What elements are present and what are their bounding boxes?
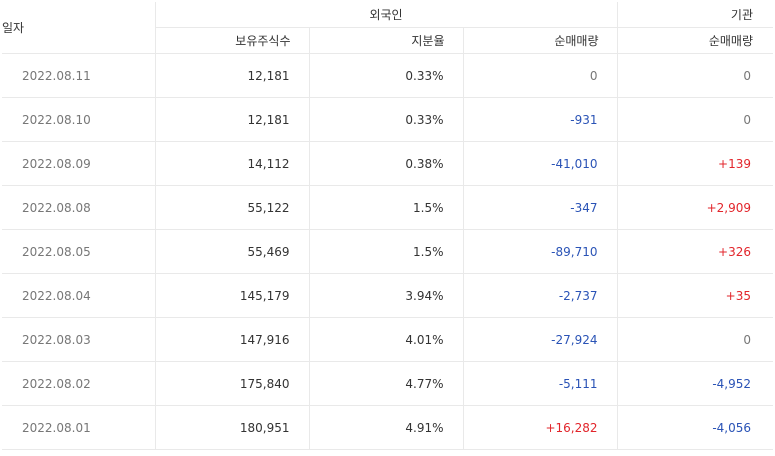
cell-foreign-net: -5,111 <box>462 361 617 406</box>
cell-ownership: 4.01% <box>308 317 463 362</box>
cell-holdings: 55,469 <box>154 229 309 274</box>
cell-holdings: 145,179 <box>154 273 309 318</box>
cell-ownership: 3.94% <box>308 273 463 318</box>
cell-date: 2022.08.02 <box>2 361 155 406</box>
cell-foreign-net: -27,924 <box>462 317 617 362</box>
cell-foreign-net: 0 <box>462 53 617 98</box>
table-header: 일자 외국인 기관 보유주식수 지분율 순매매량 순매매량 <box>2 2 773 54</box>
table-row: 2022.08.04 145,179 3.94% -2,737 +35 <box>2 273 773 318</box>
cell-foreign-net: +16,282 <box>462 405 617 450</box>
table-row: 2022.08.09 14,112 0.38% -41,010 +139 <box>2 141 773 186</box>
cell-date: 2022.08.01 <box>2 405 155 450</box>
header-date: 일자 <box>2 2 155 54</box>
cell-institution-net: +326 <box>616 229 773 274</box>
cell-foreign-net: -41,010 <box>462 141 617 186</box>
table-row: 2022.08.11 12,181 0.33% 0 0 <box>2 53 773 98</box>
cell-ownership: 0.33% <box>308 97 463 142</box>
cell-ownership: 1.5% <box>308 185 463 230</box>
cell-holdings: 180,951 <box>154 405 309 450</box>
table-body: 2022.08.11 12,181 0.33% 0 0 2022.08.10 12,181 0… <box>2 53 773 450</box>
cell-date: 2022.08.10 <box>2 97 155 142</box>
cell-date: 2022.08.11 <box>2 53 155 98</box>
cell-holdings: 14,112 <box>154 141 309 186</box>
cell-institution-net: 0 <box>616 97 773 142</box>
cell-holdings: 175,840 <box>154 361 309 406</box>
cell-date: 2022.08.08 <box>2 185 155 230</box>
cell-institution-net: +139 <box>616 141 773 186</box>
cell-institution-net: -4,056 <box>616 405 773 450</box>
investor-trading-table: 일자 외국인 기관 보유주식수 지분율 순매매량 순매매량 2022.08.11… <box>2 2 773 450</box>
header-foreign-net: 순매매량 <box>462 27 617 54</box>
cell-foreign-net: -2,737 <box>462 273 617 318</box>
cell-ownership: 1.5% <box>308 229 463 274</box>
cell-holdings: 12,181 <box>154 97 309 142</box>
cell-holdings: 55,122 <box>154 185 309 230</box>
cell-foreign-net: -931 <box>462 97 617 142</box>
cell-date: 2022.08.09 <box>2 141 155 186</box>
table-row: 2022.08.10 12,181 0.33% -931 0 <box>2 97 773 142</box>
table-row: 2022.08.02 175,840 4.77% -5,111 -4,952 <box>2 361 773 406</box>
cell-institution-net: 0 <box>616 53 773 98</box>
table-row: 2022.08.05 55,469 1.5% -89,710 +326 <box>2 229 773 274</box>
cell-foreign-net: -347 <box>462 185 617 230</box>
cell-institution-net: +2,909 <box>616 185 773 230</box>
header-foreign-group: 외국인 <box>154 2 617 28</box>
cell-ownership: 0.33% <box>308 53 463 98</box>
cell-institution-net: -4,952 <box>616 361 773 406</box>
header-institution-net: 순매매량 <box>616 27 773 54</box>
cell-ownership: 0.38% <box>308 141 463 186</box>
cell-ownership: 4.77% <box>308 361 463 406</box>
cell-date: 2022.08.04 <box>2 273 155 318</box>
table-row: 2022.08.01 180,951 4.91% +16,282 -4,056 <box>2 405 773 450</box>
header-ownership: 지분율 <box>308 27 463 54</box>
cell-ownership: 4.91% <box>308 405 463 450</box>
header-holdings: 보유주식수 <box>154 27 309 54</box>
cell-institution-net: 0 <box>616 317 773 362</box>
cell-date: 2022.08.03 <box>2 317 155 362</box>
table-row: 2022.08.03 147,916 4.01% -27,924 0 <box>2 317 773 362</box>
cell-foreign-net: -89,710 <box>462 229 617 274</box>
table-row: 2022.08.08 55,122 1.5% -347 +2,909 <box>2 185 773 230</box>
cell-date: 2022.08.05 <box>2 229 155 274</box>
cell-holdings: 147,916 <box>154 317 309 362</box>
cell-institution-net: +35 <box>616 273 773 318</box>
header-institution-group: 기관 <box>616 2 773 28</box>
cell-holdings: 12,181 <box>154 53 309 98</box>
